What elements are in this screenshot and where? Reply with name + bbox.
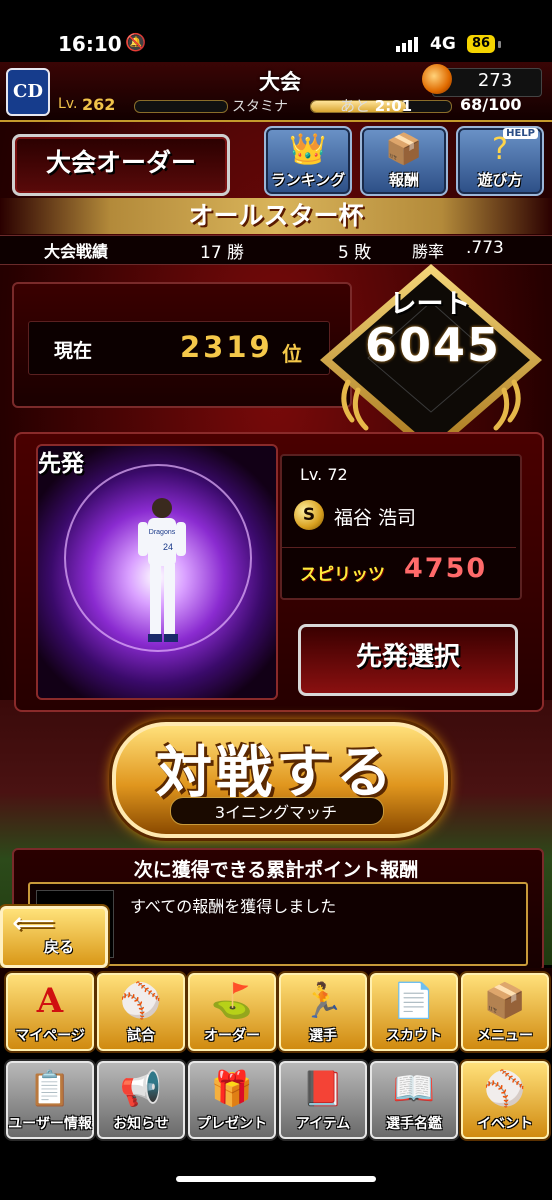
item-icon: 📕 [301, 1069, 345, 1109]
tournament-order-button[interactable]: 大会オーダー [12, 134, 230, 196]
record-label: 大会戦績 [44, 242, 109, 261]
rank-s-badge-icon: S [294, 500, 324, 530]
crown-icon: 👑 [289, 132, 327, 167]
field-icon: ⛳ [210, 981, 254, 1021]
reward-text: すべての報酬を獲得しました [130, 897, 337, 916]
nav-user-card-button[interactable]: 📋 ユーザー情報 [6, 1061, 94, 1139]
a-letter-icon: A [36, 981, 64, 1021]
nav-label: オーダー [204, 1028, 260, 1044]
jersey-number: 24 [163, 542, 173, 552]
mute-bell-icon: 🔕 [125, 33, 147, 53]
ranking-button[interactable]: 👑 ランキング [264, 126, 352, 196]
player-name: 福谷 浩司 [334, 507, 417, 529]
player-card[interactable]: Dragons 24 [36, 444, 278, 700]
nav-label: お知らせ [113, 1116, 169, 1132]
user-card-icon: 📋 [28, 1069, 72, 1109]
level-value: 262 [82, 95, 116, 114]
rate-value: 6045 [364, 318, 502, 372]
currency-value: 273 [477, 70, 513, 91]
nav-label: ユーザー情報 [8, 1116, 92, 1132]
team-logo[interactable]: CD [6, 68, 50, 116]
spirit-value: 4750 [404, 553, 488, 584]
tournament-title: オールスター杯 [188, 201, 364, 230]
record-losses: 5 敗 [338, 243, 372, 263]
network-type: 4G [430, 34, 456, 54]
back-label: 戻る [44, 938, 75, 956]
rank-label: 現在 [54, 340, 93, 362]
nav-label: 選手名鑑 [386, 1116, 442, 1132]
nav-label: プレゼント [197, 1116, 267, 1132]
notice-icon: 📢 [119, 1069, 163, 1109]
nav-notice-button[interactable]: 📢 お知らせ [97, 1061, 185, 1139]
rank-value: 2319 [180, 330, 273, 364]
event-icon: ⚾ [483, 1069, 527, 1109]
menu-icon: 📦 [483, 981, 527, 1021]
player-icon: 🏃 [301, 981, 345, 1021]
nav-item-button[interactable]: 📕 アイテム [279, 1061, 367, 1139]
signal-icon [396, 33, 420, 52]
nav-player-book-button[interactable]: 📖 選手名鑑 [370, 1061, 458, 1139]
rate-label: レート [389, 289, 471, 320]
home-indicator[interactable] [176, 1176, 376, 1182]
battle-sub-label: 3イニングマッチ [214, 803, 338, 822]
nav-a-letter-button[interactable]: A マイページ [6, 973, 94, 1051]
stamina-value: 68/100 [460, 95, 522, 114]
rank-unit: 位 [282, 342, 302, 366]
nav-player-button[interactable]: 🏃 選手 [279, 973, 367, 1051]
starter-title: 先発 [38, 451, 84, 477]
nav-label: マイページ [15, 1028, 85, 1044]
reward-button[interactable]: 📦 報酬 [360, 126, 448, 196]
nav-label: 選手 [309, 1028, 337, 1044]
level-label: Lv. [58, 96, 78, 112]
status-time: 16:10 [58, 32, 122, 56]
player-book-icon: 📖 [392, 1069, 436, 1109]
stamina-recovery: あと 2:01 [340, 97, 413, 115]
spirit-label: スピリッツ [300, 565, 385, 585]
record-rate: .773 [466, 238, 504, 258]
gem-icon [422, 64, 452, 94]
record-rate-label: 勝率 [412, 242, 445, 261]
sub-nav: 📋 ユーザー情報 📢 お知らせ 🎁 プレゼント 📕 アイテム 📖 選手名鑑 ⚾ イベント [0, 1056, 552, 1140]
record-wins: 17 勝 [200, 243, 245, 263]
nav-label: スカウト [386, 1028, 442, 1044]
nav-menu-button[interactable]: 📦 メニュー [461, 973, 549, 1051]
stadium-icon: ⚾ [119, 981, 163, 1021]
nav-gift-button[interactable]: 🎁 プレゼント [188, 1061, 276, 1139]
main-nav: A マイページ ⚾ 試合 ⛳ オーダー 🏃 選手 📄 スカウト 📦 メニュー [0, 968, 552, 1052]
nav-label: メニュー [477, 1028, 533, 1044]
nav-event-button[interactable]: ⚾ イベント [461, 1061, 549, 1139]
page-title: 大会 [259, 70, 301, 94]
question-icon: ? [492, 132, 508, 167]
nav-label: アイテム [295, 1116, 351, 1132]
player-level: Lv. 72 [300, 465, 348, 484]
gift-icon: 🎁 [210, 1069, 254, 1109]
status-bar: 16:10 🔕 4G 86 [0, 0, 552, 62]
stamina-label: スタミナ [232, 99, 288, 115]
reward-title: 次に獲得できる累計ポイント報酬 [133, 859, 419, 881]
exp-bar [134, 100, 228, 113]
jersey-team-name: Dragons [149, 529, 176, 536]
battery-icon: 86 [467, 35, 495, 53]
starter-select-button[interactable]: 先発選択 [298, 624, 518, 696]
nav-field-button[interactable]: ⛳ オーダー [188, 973, 276, 1051]
scout-icon: 📄 [392, 981, 436, 1021]
nav-stadium-button[interactable]: ⚾ 試合 [97, 973, 185, 1051]
howto-button[interactable]: HELP ? 遊び方 [456, 126, 544, 196]
nav-scout-button[interactable]: 📄 スカウト [370, 973, 458, 1051]
nav-label: イベント [477, 1116, 533, 1132]
nav-label: 試合 [127, 1028, 155, 1044]
player-figure: Dragons 24 [138, 498, 186, 642]
treasure-chest-icon: 📦 [385, 132, 423, 167]
